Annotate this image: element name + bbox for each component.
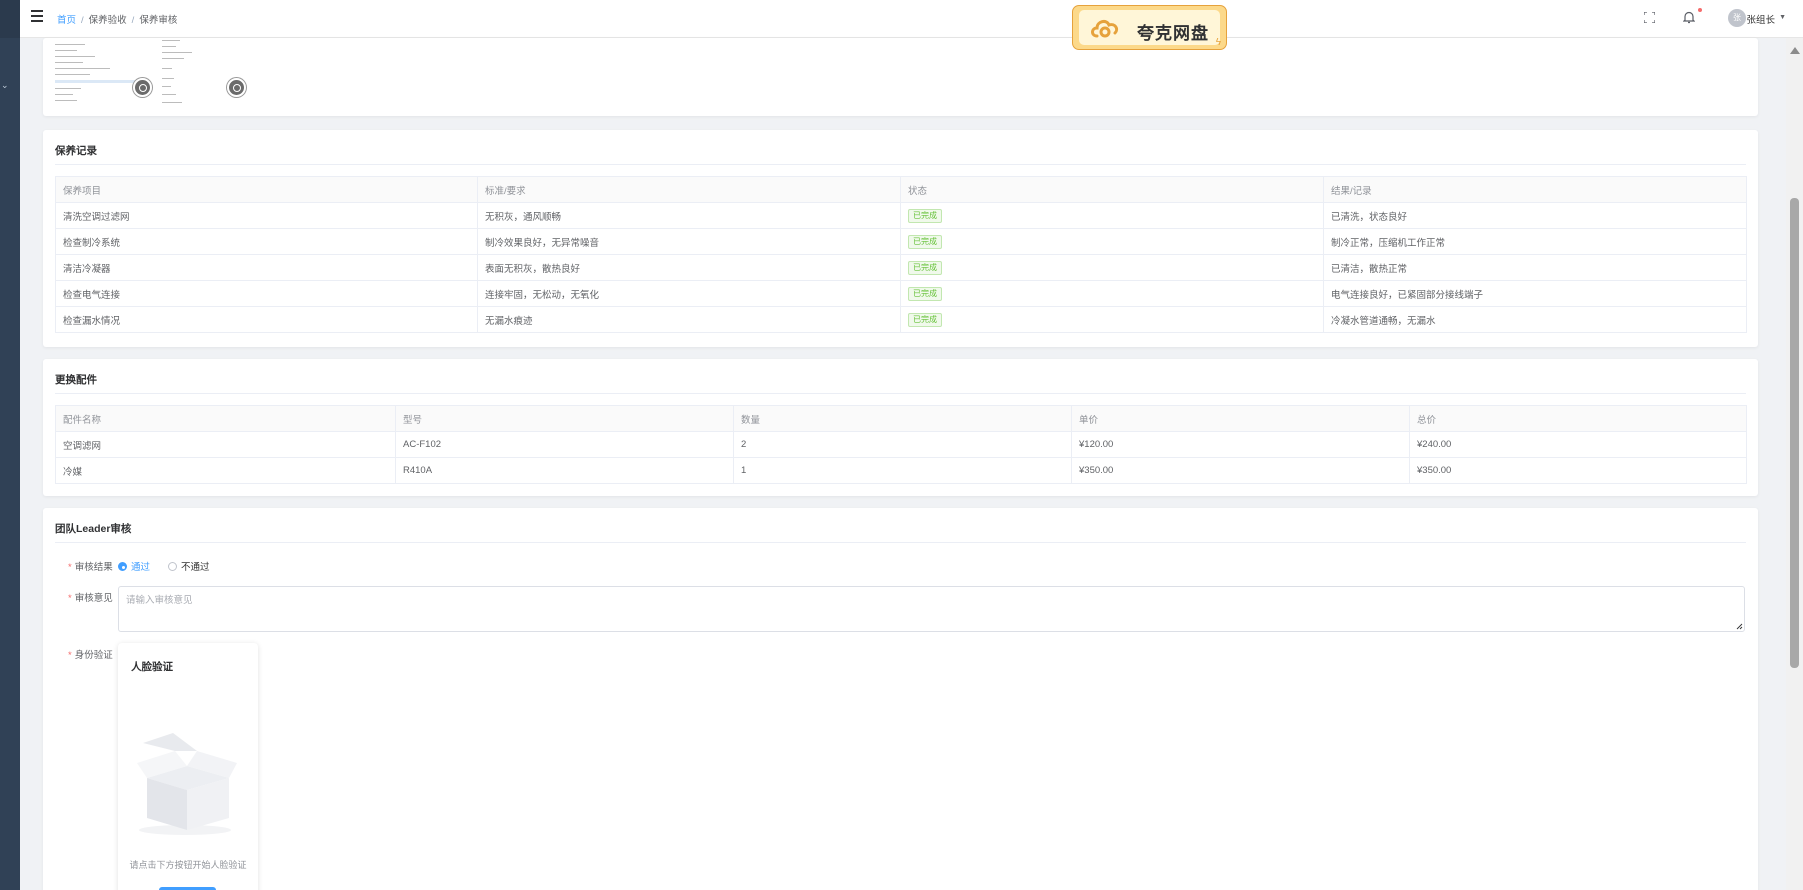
table-cell: 已完成 xyxy=(900,254,1324,281)
table-cell: 1 xyxy=(733,457,1072,484)
resize-handle-icon[interactable] xyxy=(1736,623,1743,630)
table-cell: 已完成 xyxy=(900,228,1324,255)
cloud-icon xyxy=(1091,19,1119,38)
page-scrollbar[interactable] xyxy=(1786,38,1803,890)
table-row: 检查漏水情况 无漏水痕迹 已完成 冷凝水管道通畅，无漏水 xyxy=(55,306,1747,333)
table-cell: 已完成 xyxy=(900,202,1324,229)
table-cell: ¥120.00 xyxy=(1071,431,1410,458)
divider xyxy=(55,542,1746,543)
table-cell: 已清洗，状态良好 xyxy=(1323,202,1747,229)
status-badge: 已完成 xyxy=(908,234,942,249)
zoom-icon[interactable] xyxy=(133,78,152,97)
status-badge: 已完成 xyxy=(908,286,942,301)
review-result-label: * 审核结果 xyxy=(68,562,113,573)
column-header: 总价 xyxy=(1409,405,1747,432)
table-header-row: 保养项目 标准/要求 状态 结果/记录 xyxy=(55,176,1747,203)
table-cell: 已清洁，散热正常 xyxy=(1323,254,1747,281)
column-header: 状态 xyxy=(900,176,1324,203)
table-cell: ¥240.00 xyxy=(1409,431,1747,458)
table-cell: 清洗空调过滤网 xyxy=(55,202,478,229)
table-row: 检查制冷系统 制冷效果良好，无异常噪音 已完成 制冷正常，压缩机工作正常 xyxy=(55,228,1747,255)
table-cell: 已完成 xyxy=(900,280,1324,307)
section-title: 更换配件 xyxy=(55,374,97,386)
table-cell: 无漏水痕迹 xyxy=(477,306,901,333)
table-cell: 冷媒 xyxy=(55,457,396,484)
table-cell: R410A xyxy=(395,457,734,484)
review-comment-input[interactable]: 请输入审核意见 xyxy=(118,586,1745,632)
table-cell: 清洁冷凝器 xyxy=(55,254,478,281)
table-cell: 无积灰，通风顺畅 xyxy=(477,202,901,229)
radio-checked-icon xyxy=(118,562,127,571)
scroll-up-arrow-icon[interactable] xyxy=(1790,47,1800,54)
status-badge: 已完成 xyxy=(908,312,942,327)
column-header: 单价 xyxy=(1071,405,1410,432)
table-row: 检查电气连接 连接牢固，无松动，无氧化 已完成 电气连接良好，已紧固部分接线端子 xyxy=(55,280,1747,307)
column-header: 配件名称 xyxy=(55,405,396,432)
table-cell: 制冷效果良好，无异常噪音 xyxy=(477,228,901,255)
radio-reject[interactable]: 不通过 xyxy=(168,559,210,573)
replaced-parts-card: 更换配件 配件名称 型号 数量 单价 总价 空调滤网 AC-F102 2 ¥12… xyxy=(43,359,1758,496)
table-cell: AC-F102 xyxy=(395,431,734,458)
column-header: 结果/记录 xyxy=(1323,176,1747,203)
maintenance-records-table: 保养项目 标准/要求 状态 结果/记录 清洗空调过滤网 无积灰，通风顺畅 已完成… xyxy=(55,176,1747,333)
table-cell: 连接牢固，无松动，无氧化 xyxy=(477,280,901,307)
sidebar: ⌄ xyxy=(0,0,20,890)
table-cell: 已完成 xyxy=(900,306,1324,333)
table-cell: 检查漏水情况 xyxy=(55,306,478,333)
section-title: 团队Leader审核 xyxy=(55,523,132,535)
table-row: 清洁冷凝器 表面无积灰，散热良好 已完成 已清洁，散热正常 xyxy=(55,254,1747,281)
leader-review-card: 团队Leader审核 * 审核结果 通过 不通过 * 审核意见 请输入审核意见 * 身… xyxy=(43,508,1758,890)
divider xyxy=(55,164,1746,165)
bell-icon[interactable] xyxy=(1683,11,1695,24)
status-badge: 已完成 xyxy=(908,208,942,223)
table-cell: 制冷正常，压缩机工作正常 xyxy=(1323,228,1747,255)
column-header: 保养项目 xyxy=(55,176,478,203)
attachments-card xyxy=(43,38,1758,116)
column-header: 型号 xyxy=(395,405,734,432)
radio-pass[interactable]: 通过 xyxy=(118,559,150,573)
table-cell: 2 xyxy=(733,431,1072,458)
table-cell: 空调滤网 xyxy=(55,431,396,458)
table-cell: 表面无积灰，散热良好 xyxy=(477,254,901,281)
placeholder-text: 请输入审核意见 xyxy=(126,595,193,606)
table-cell: 电气连接良好，已紧固部分接线端子 xyxy=(1323,280,1747,307)
navbar-right: 张 张组长 ▼ xyxy=(0,0,1803,38)
user-name[interactable]: 张组长 xyxy=(1746,12,1775,26)
quark-brand-text: 夸克网盘 xyxy=(1137,24,1209,43)
table-header-row: 配件名称 型号 数量 单价 总价 xyxy=(55,405,1747,432)
face-verification-tip: 请点击下方按钮开始人脸验证 xyxy=(129,860,247,870)
attachment-thumbnail[interactable] xyxy=(160,38,246,108)
table-cell: 冷凝水管道通畅，无漏水 xyxy=(1323,306,1747,333)
maintenance-records-card: 保养记录 保养项目 标准/要求 状态 结果/记录 清洗空调过滤网 无积灰，通风顺… xyxy=(43,130,1758,347)
lightning-icon: ϟ xyxy=(1215,37,1221,48)
status-badge: 已完成 xyxy=(908,260,942,275)
face-verification-title: 人脸验证 xyxy=(131,661,173,673)
identity-verify-label: * 身份验证 xyxy=(68,650,113,661)
quark-drive-float-widget[interactable]: 夸克网盘 ϟ xyxy=(1072,5,1227,50)
chevron-down-icon[interactable]: ⌄ xyxy=(1,80,9,91)
replaced-parts-table: 配件名称 型号 数量 单价 总价 空调滤网 AC-F102 2 ¥120.00 … xyxy=(55,405,1747,484)
divider xyxy=(55,393,1746,394)
section-title: 保养记录 xyxy=(55,145,97,157)
table-cell: 检查电气连接 xyxy=(55,280,478,307)
fullscreen-icon[interactable] xyxy=(1644,12,1655,23)
notification-badge xyxy=(1698,8,1702,12)
review-comment-label: * 审核意见 xyxy=(68,593,113,604)
zoom-icon[interactable] xyxy=(227,78,246,97)
scrollbar-thumb[interactable] xyxy=(1790,198,1799,668)
table-cell: ¥350.00 xyxy=(1071,457,1410,484)
table-cell: 检查制冷系统 xyxy=(55,228,478,255)
attachment-thumbnail[interactable] xyxy=(53,38,152,108)
column-header: 数量 xyxy=(733,405,1072,432)
table-cell: ¥350.00 xyxy=(1409,457,1747,484)
table-row: 冷媒 R410A 1 ¥350.00 ¥350.00 xyxy=(55,457,1747,484)
table-row: 空调滤网 AC-F102 2 ¥120.00 ¥240.00 xyxy=(55,431,1747,458)
face-verification-card: 人脸验证 请点击下方按钮开始人脸验证 xyxy=(118,643,258,890)
caret-down-icon[interactable]: ▼ xyxy=(1779,14,1786,21)
table-row: 清洗空调过滤网 无积灰，通风顺畅 已完成 已清洗，状态良好 xyxy=(55,202,1747,229)
radio-unchecked-icon xyxy=(168,562,177,571)
column-header: 标准/要求 xyxy=(477,176,901,203)
empty-box-icon xyxy=(137,733,237,835)
avatar[interactable]: 张 xyxy=(1728,9,1746,27)
